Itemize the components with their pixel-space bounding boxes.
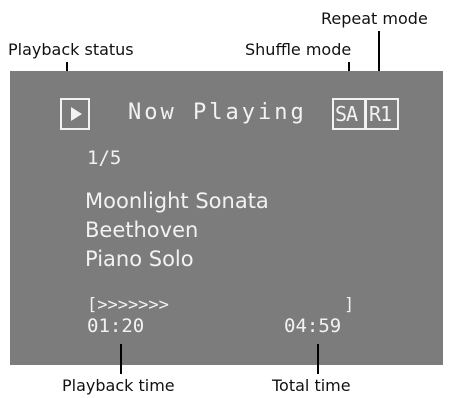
shuffle-mode-text: SA	[335, 102, 358, 126]
progress-bar: [>>>>>>>	[87, 295, 169, 315]
track-album: Piano Solo	[85, 247, 194, 271]
playback-status-indicator	[60, 98, 90, 130]
track-artist: Beethoven	[85, 218, 199, 242]
callout-playback-time: Playback time	[62, 376, 175, 395]
repeat-mode-text: R1	[369, 102, 392, 126]
total-time: 04:59	[284, 315, 342, 337]
callout-repeat-mode: Repeat mode	[321, 9, 428, 28]
repeat-mode-indicator: R1	[365, 98, 399, 130]
track-position: 1/5	[87, 147, 122, 169]
track-title: Moonlight Sonata	[85, 189, 269, 213]
progress-bar-end: ]	[344, 295, 355, 315]
now-playing-header: Now Playing	[128, 100, 307, 125]
callout-playback-status: Playback status	[8, 40, 134, 59]
leader-line-total-time	[317, 344, 319, 374]
leader-line-playback-time	[120, 344, 122, 374]
shuffle-mode-indicator: SA	[332, 98, 366, 130]
callout-shuffle-mode: Shuffle mode	[245, 40, 352, 59]
play-icon	[71, 107, 82, 121]
callout-total-time: Total time	[272, 376, 351, 395]
elapsed-time: 01:20	[87, 315, 145, 337]
lcd-screen: Now Playing SA R1 1/5 Moonlight Sonata B…	[10, 71, 443, 365]
